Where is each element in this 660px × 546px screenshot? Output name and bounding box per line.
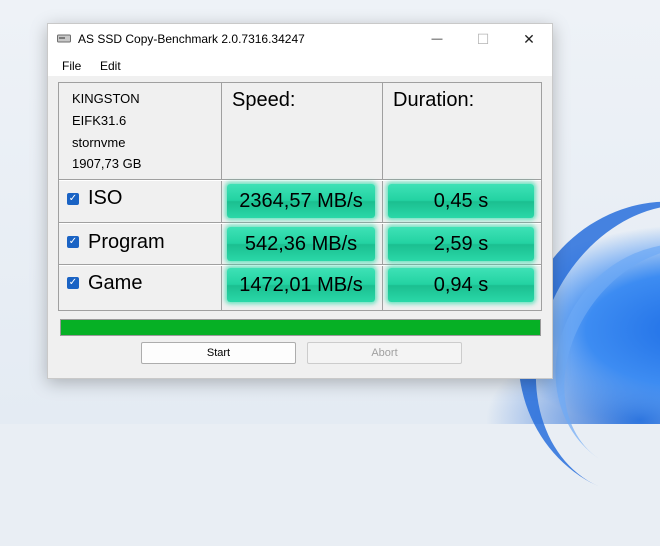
grid-divider <box>59 265 541 266</box>
grid-divider <box>221 83 222 310</box>
iso-duration-result: 0,45 s <box>388 184 534 218</box>
close-icon: ✕ <box>523 30 535 47</box>
results-grid: KINGSTON EIFK31.6 stornvme 1907,73 GB Sp… <box>58 82 542 311</box>
iso-checkbox[interactable]: ✓ <box>67 193 79 205</box>
game-speed-result: 1472,01 MB/s <box>227 268 375 302</box>
abort-button[interactable]: Abort <box>307 342 462 364</box>
grid-divider <box>382 83 383 310</box>
menu-edit[interactable]: Edit <box>100 59 121 73</box>
speed-column-header: Speed: <box>232 89 296 111</box>
drive-icon <box>57 34 71 43</box>
grid-divider <box>59 180 541 181</box>
benchmark-window: AS SSD Copy-Benchmark 2.0.7316.34247 — ☐… <box>47 23 553 379</box>
program-checkbox[interactable]: ✓ <box>67 236 79 248</box>
title-bar[interactable]: AS SSD Copy-Benchmark 2.0.7316.34247 — ☐… <box>48 24 552 54</box>
game-checkbox[interactable]: ✓ <box>67 277 79 289</box>
duration-column-header: Duration: <box>393 89 475 111</box>
minimize-button[interactable]: — <box>414 24 460 54</box>
iso-speed-result: 2364,57 MB/s <box>227 184 375 218</box>
start-button[interactable]: Start <box>141 342 296 364</box>
drive-capacity: 1907,73 GB <box>72 156 142 171</box>
minimize-icon: — <box>431 33 443 45</box>
drive-model: KINGSTON <box>72 91 140 106</box>
menu-file[interactable]: File <box>62 59 81 73</box>
row-label-iso: ISO <box>88 187 123 209</box>
progress-bar <box>60 319 541 336</box>
drive-driver: stornvme <box>72 135 126 150</box>
progress-bar-fill <box>61 320 540 335</box>
menu-bar: File Edit <box>48 54 552 76</box>
maximize-button[interactable]: ☐ <box>460 24 506 54</box>
program-speed-result: 542,36 MB/s <box>227 227 375 261</box>
row-label-program: Program <box>88 231 165 253</box>
grid-divider <box>59 223 541 224</box>
maximize-icon: ☐ <box>476 30 490 47</box>
window-title: AS SSD Copy-Benchmark 2.0.7316.34247 <box>78 32 305 46</box>
row-label-game: Game <box>88 272 143 294</box>
program-duration-result: 2,59 s <box>388 227 534 261</box>
close-button[interactable]: ✕ <box>506 24 552 54</box>
game-duration-result: 0,94 s <box>388 268 534 302</box>
drive-firmware: EIFK31.6 <box>72 113 127 128</box>
